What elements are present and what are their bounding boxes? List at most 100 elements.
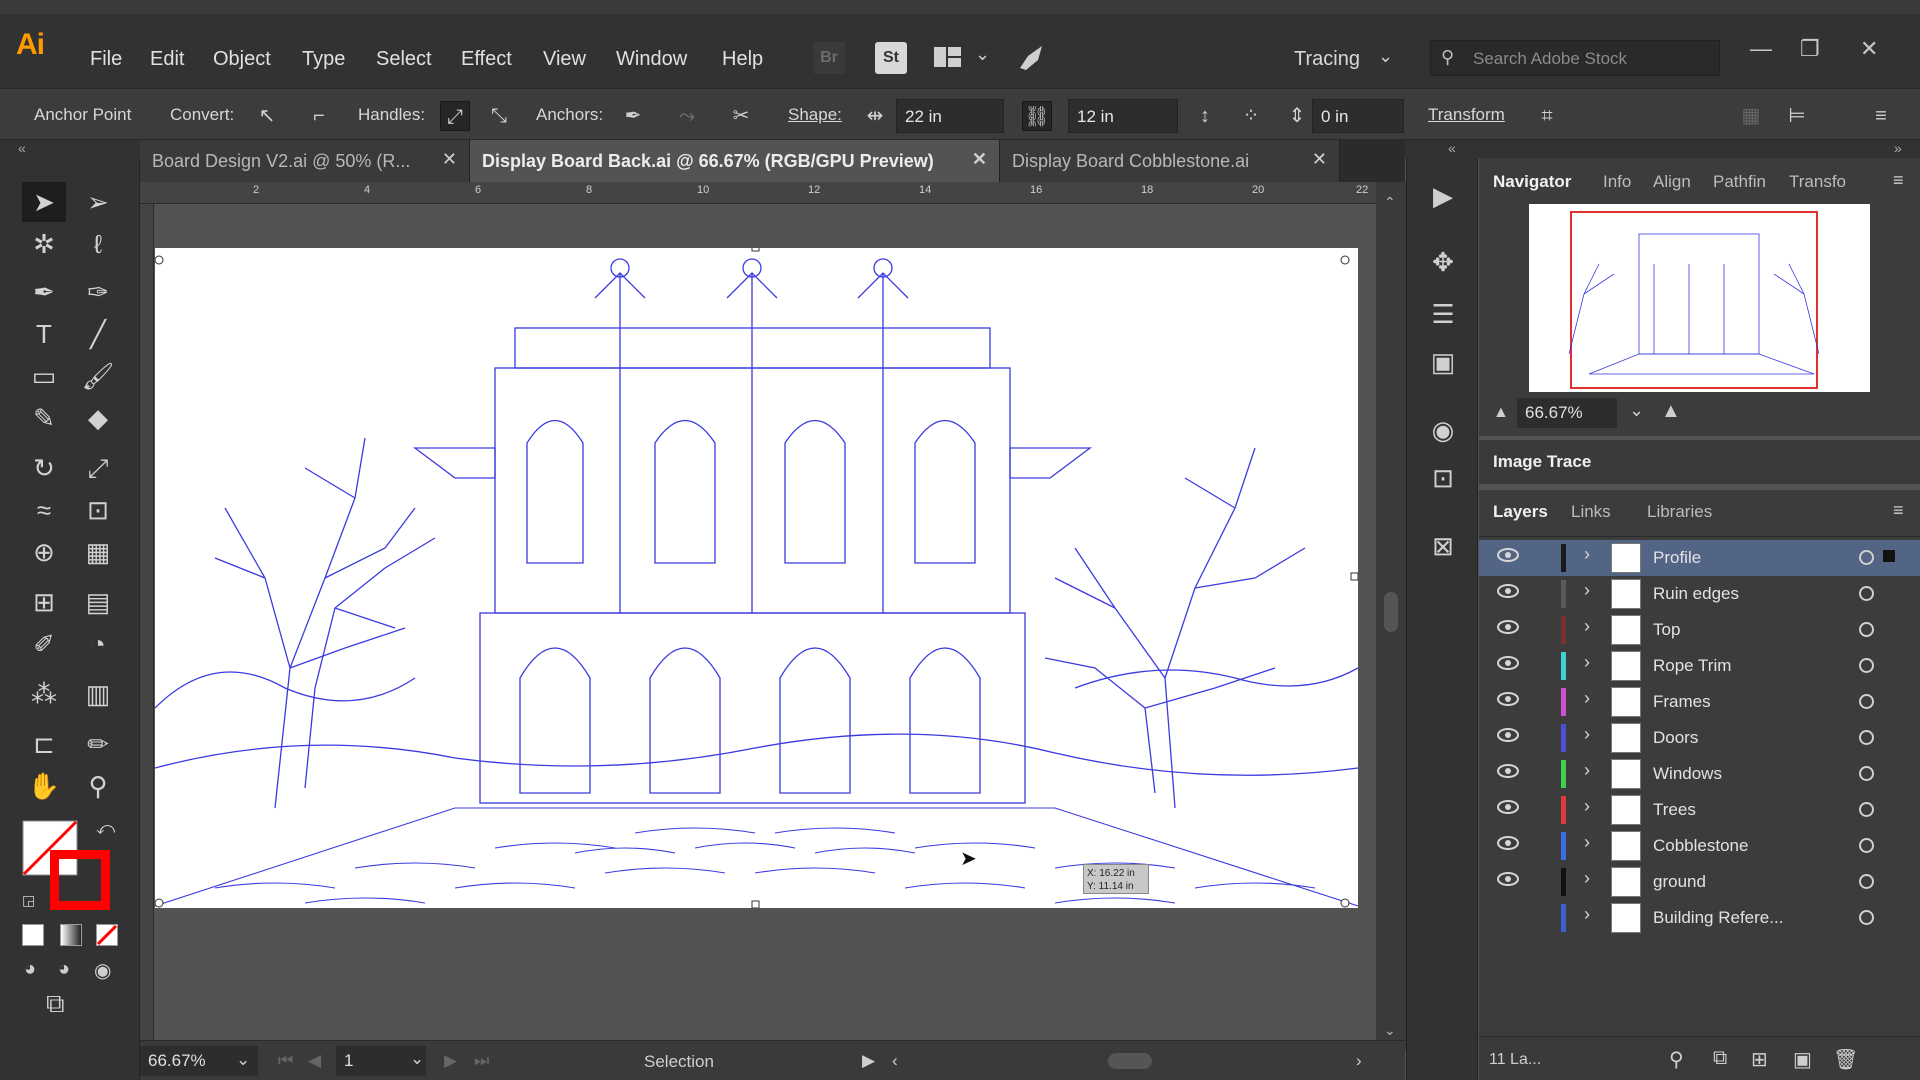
remove-anchor-icon[interactable]: ✒	[618, 101, 648, 131]
layer-name[interactable]: Cobblestone	[1653, 836, 1748, 856]
expand-chevron-icon[interactable]: ›	[1584, 580, 1590, 601]
expand-chevron-icon[interactable]: ›	[1584, 760, 1590, 781]
visibility-toggle-empty[interactable]	[1497, 908, 1519, 922]
delete-layer-icon[interactable]: 🗑	[1833, 1047, 1858, 1072]
new-layer-icon[interactable]: ▣	[1793, 1047, 1812, 1072]
layer-row[interactable]: › Top	[1479, 612, 1920, 648]
menu-object[interactable]: Object	[213, 48, 271, 71]
visibility-eye-icon[interactable]	[1497, 872, 1519, 886]
perspective-grid-tool-icon[interactable]: ▦	[76, 532, 120, 572]
workspace-chevron-icon[interactable]: ⌄	[1378, 46, 1393, 67]
scroll-right-icon[interactable]: ›	[1356, 1051, 1362, 1071]
panel-menu-icon[interactable]: ≡	[1893, 170, 1904, 191]
tab-pathfinder[interactable]: Pathfin	[1713, 172, 1766, 192]
gradient-panel-icon[interactable]: ▣	[1425, 344, 1461, 380]
gpu-rocket-icon[interactable]	[1016, 42, 1050, 77]
layer-name[interactable]: Doors	[1653, 728, 1698, 748]
constrain-link-icon[interactable]: ⛓	[1022, 101, 1052, 131]
menu-type[interactable]: Type	[302, 48, 345, 71]
layer-name[interactable]: Top	[1653, 620, 1680, 640]
height-field[interactable]: 12 in	[1068, 99, 1178, 133]
scroll-down-icon[interactable]: ⌄	[1384, 1022, 1396, 1039]
expand-chevron-icon[interactable]: ›	[1584, 904, 1590, 925]
width-field[interactable]: 22 in	[896, 99, 1004, 133]
target-circle-icon[interactable]	[1859, 550, 1874, 565]
collapse-left-icon[interactable]: «	[18, 140, 26, 156]
hand-tool-icon[interactable]: ✋	[22, 766, 66, 806]
hide-handles-icon[interactable]: ⤡	[484, 101, 514, 131]
scroll-up-icon[interactable]: ⌃	[1384, 194, 1396, 211]
layers-menu-icon[interactable]: ≡	[1893, 500, 1904, 521]
line-tool-icon[interactable]: ╱	[76, 314, 120, 354]
tab-navigator[interactable]: Navigator	[1493, 172, 1571, 192]
expand-chevron-icon[interactable]: ›	[1584, 544, 1590, 565]
layer-row[interactable]: › Cobblestone	[1479, 828, 1920, 864]
appearance-panel-icon[interactable]: ◉	[1425, 412, 1461, 448]
asset-export-icon[interactable]: ⊠	[1425, 528, 1461, 564]
graph-tool-icon[interactable]: ▥	[76, 674, 120, 714]
layer-name[interactable]: Ruin edges	[1653, 584, 1739, 604]
lasso-tool-icon[interactable]: ℓ	[76, 224, 120, 264]
target-circle-icon[interactable]	[1859, 658, 1874, 673]
stroke-panel-icon[interactable]: ☰	[1425, 296, 1461, 332]
visibility-eye-icon[interactable]	[1497, 836, 1519, 850]
chevron-down-icon[interactable]: ⌄	[975, 44, 990, 65]
isolate-icon[interactable]: ⌗	[1532, 101, 1562, 131]
target-circle-icon[interactable]	[1859, 586, 1874, 601]
visibility-eye-icon[interactable]	[1497, 620, 1519, 634]
minimize-icon[interactable]: —	[1750, 36, 1772, 62]
reference-point-icon[interactable]: ⁘	[1236, 101, 1266, 131]
vertical-scrollbar[interactable]: ⌃ ⌄	[1376, 182, 1406, 1050]
gradient-tool-icon[interactable]: ▤	[76, 582, 120, 622]
shaper-tool-icon[interactable]: ✎	[22, 398, 66, 438]
visibility-eye-icon[interactable]	[1497, 692, 1519, 706]
zoom-in-icon[interactable]: ▲	[1661, 400, 1681, 423]
navigator-zoom-dropdown-icon[interactable]: ⌄	[1629, 400, 1644, 421]
layer-name[interactable]: Profile	[1653, 548, 1701, 568]
locate-object-icon[interactable]: ⚲	[1669, 1047, 1684, 1072]
zoom-dropdown-icon[interactable]: ⌄	[236, 1050, 250, 1070]
draw-inside-icon[interactable]: ◉	[94, 958, 111, 983]
shape-builder-tool-icon[interactable]: ⊕	[22, 532, 66, 572]
expand-chevron-icon[interactable]: ›	[1584, 868, 1590, 889]
transform-link[interactable]: Transform	[1428, 105, 1505, 125]
menu-view[interactable]: View	[543, 48, 586, 71]
tab-links[interactable]: Links	[1571, 502, 1611, 522]
actions-play-icon[interactable]: ▶	[1425, 178, 1461, 214]
distribute-icon[interactable]: ⊨	[1782, 101, 1812, 131]
stock-search-box[interactable]: ⚲ Search Adobe Stock	[1430, 40, 1720, 76]
zoom-tool-icon[interactable]: ⚲	[76, 766, 120, 806]
direct-selection-tool-icon[interactable]: ➢	[76, 182, 120, 222]
magic-wand-tool-icon[interactable]: ✲	[22, 224, 66, 264]
layer-row[interactable]: › Frames	[1479, 684, 1920, 720]
symbol-sprayer-tool-icon[interactable]: ⁂	[22, 674, 66, 714]
layer-row[interactable]: › ground	[1479, 864, 1920, 900]
curvature-tool-icon[interactable]: ✑	[76, 272, 120, 312]
layer-row[interactable]: › Building Refere...	[1479, 900, 1920, 936]
tab-display-board-back[interactable]: Display Board Back.ai @ 66.67% (RGB/GPU …	[470, 140, 1000, 182]
clipping-mask-icon[interactable]: ⧉	[1713, 1047, 1727, 1070]
target-circle-icon[interactable]	[1859, 730, 1874, 745]
layer-name[interactable]: ground	[1653, 872, 1706, 892]
width-tool-icon[interactable]: ≈	[22, 490, 66, 530]
mesh-tool-icon[interactable]: ⊞	[22, 582, 66, 622]
export-panel-icon[interactable]: ⊡	[1425, 460, 1461, 496]
stroke-swatch[interactable]	[49, 849, 111, 911]
layer-row[interactable]: › Windows	[1479, 756, 1920, 792]
expand-chevron-icon[interactable]: ›	[1584, 616, 1590, 637]
offset-field[interactable]: 0 in	[1312, 99, 1404, 133]
rectangle-tool-icon[interactable]: ▭	[22, 356, 66, 396]
layer-row[interactable]: › Rope Trim	[1479, 648, 1920, 684]
target-circle-icon[interactable]	[1859, 874, 1874, 889]
slice-tool-icon[interactable]: ✏	[76, 724, 120, 764]
menu-file[interactable]: File	[90, 48, 122, 71]
collapse-right-icon[interactable]: »	[1894, 140, 1902, 156]
pen-tool-icon[interactable]: ✒	[22, 272, 66, 312]
expand-chevron-icon[interactable]: ›	[1584, 688, 1590, 709]
target-circle-icon[interactable]	[1859, 802, 1874, 817]
zoom-out-icon[interactable]: ▲	[1493, 404, 1509, 422]
navigator-thumbnail[interactable]	[1529, 204, 1870, 392]
artboard-dropdown-icon[interactable]: ⌄	[410, 1049, 424, 1069]
swap-fill-stroke-icon[interactable]: ⤺	[96, 818, 115, 839]
visibility-eye-icon[interactable]	[1497, 728, 1519, 742]
